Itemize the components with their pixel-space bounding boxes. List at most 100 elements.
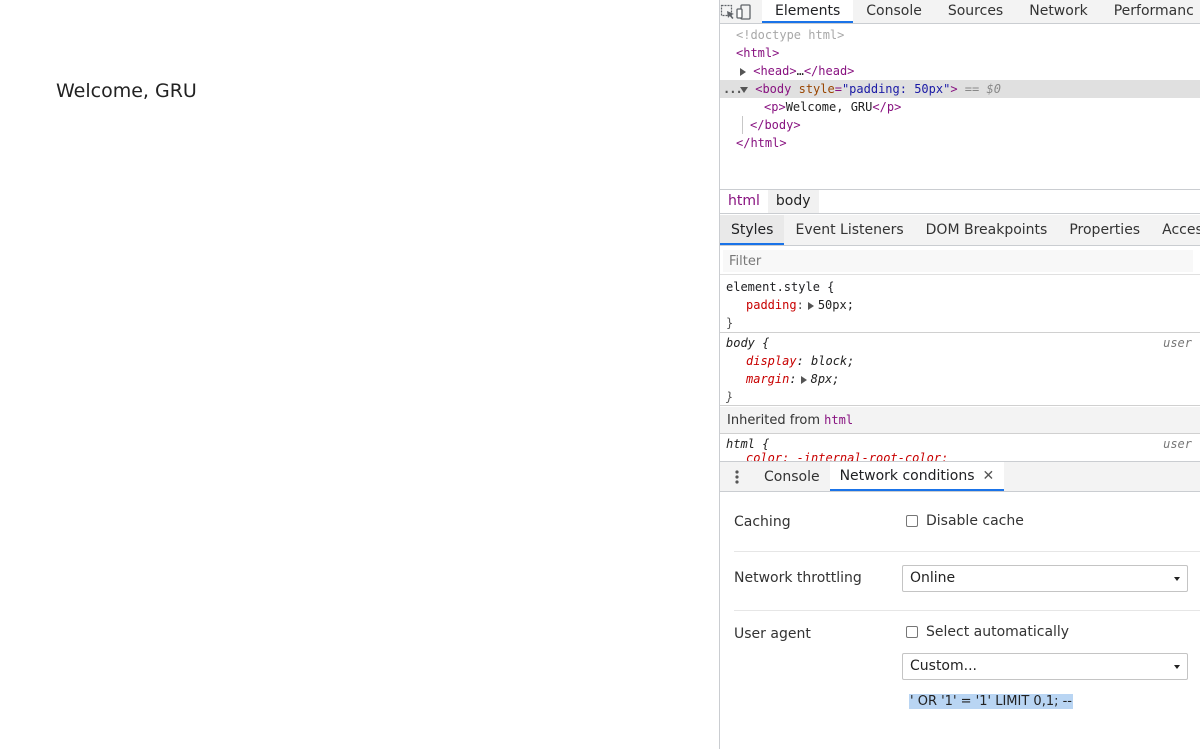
throttling-select[interactable]: Online bbox=[902, 565, 1188, 592]
dom-node-head[interactable]: <head>…</head> bbox=[720, 62, 1200, 80]
head-close-tag: </head> bbox=[803, 64, 855, 78]
styles-filter-row bbox=[720, 247, 1200, 275]
user-agent-row: User agent Select automatically Custom..… bbox=[734, 612, 1200, 749]
property-value: block; bbox=[811, 354, 855, 368]
caching-row: Caching Disable cache bbox=[734, 493, 1200, 552]
rule-property-line: display: block; bbox=[746, 354, 855, 368]
head-ellipsis: … bbox=[796, 64, 804, 78]
devtools-main-tabbar: Elements Console Sources Network Perform… bbox=[720, 0, 1200, 24]
body-attr-value: "padding: 50px" bbox=[841, 82, 951, 96]
welcome-text: Welcome, GRU bbox=[56, 80, 197, 102]
dom-tree: <!doctype html> <html> <head>…</head> ..… bbox=[720, 25, 1200, 189]
property-name: display bbox=[746, 354, 797, 368]
property-value: 8px; bbox=[810, 372, 840, 386]
property-name: padding bbox=[746, 298, 797, 312]
select-automatically-label: Select automatically bbox=[926, 624, 1070, 640]
drawer-tab-label: Network conditions bbox=[839, 467, 975, 484]
indent-guide bbox=[742, 116, 743, 134]
dom-node-p[interactable]: <p>Welcome, GRU</p> bbox=[720, 98, 1200, 116]
chevron-down-icon bbox=[1174, 577, 1180, 581]
inherited-tag-link[interactable]: html bbox=[824, 413, 853, 427]
rule-origin: user bbox=[1163, 336, 1192, 350]
tab-styles[interactable]: Styles bbox=[720, 215, 785, 245]
body-ua-rule: body { user display: block; margin: 8px; … bbox=[720, 334, 1200, 406]
tab-console[interactable]: Console bbox=[853, 0, 935, 23]
select-automatically-checkbox[interactable]: Select automatically bbox=[906, 624, 1069, 640]
kebab-menu-icon[interactable] bbox=[720, 462, 754, 491]
disable-cache-checkbox[interactable]: Disable cache bbox=[906, 513, 1024, 529]
html-open-tag: <html> bbox=[736, 46, 780, 60]
rule-close: } bbox=[726, 390, 734, 404]
drawer-tab-console[interactable]: Console bbox=[754, 462, 830, 491]
tab-properties[interactable]: Properties bbox=[1058, 215, 1151, 245]
checkbox-box[interactable] bbox=[906, 515, 918, 527]
styles-filter-input[interactable] bbox=[723, 250, 1193, 272]
breadcrumb: html body bbox=[720, 189, 1200, 214]
throttling-row: Network throttling Online bbox=[734, 553, 1200, 611]
drawer-tab-network-conditions[interactable]: Network conditions ✕ bbox=[829, 461, 1005, 491]
custom-user-agent-input[interactable]: ' OR '1' = '1' LIMIT 0,1; -- bbox=[909, 694, 1073, 709]
caching-label: Caching bbox=[734, 514, 791, 530]
page-viewport: Welcome, GRU bbox=[0, 0, 719, 749]
body-attr-name: style bbox=[798, 82, 835, 96]
user-agent-label: User agent bbox=[734, 626, 811, 642]
expand-value-icon[interactable] bbox=[807, 301, 814, 310]
throttling-value: Online bbox=[910, 570, 956, 586]
rule-property-line[interactable]: padding: 50px; bbox=[720, 296, 1200, 314]
html-close-tag: </html> bbox=[736, 136, 787, 150]
device-toolbar-icon[interactable] bbox=[736, 0, 752, 23]
throttling-label: Network throttling bbox=[734, 570, 862, 586]
tab-accessibility[interactable]: Accessibilit bbox=[1151, 215, 1200, 245]
dom-node-doctype[interactable]: <!doctype html> bbox=[720, 26, 1200, 44]
p-close-tag: </p> bbox=[872, 100, 902, 114]
tab-event-listeners[interactable]: Event Listeners bbox=[784, 215, 914, 245]
rule-selector-line: body { user bbox=[720, 334, 1200, 352]
styles-tabbar: Styles Event Listeners DOM Breakpoints P… bbox=[720, 215, 1200, 246]
doctype-text: <!doctype html> bbox=[736, 28, 845, 42]
tab-sources[interactable]: Sources bbox=[935, 0, 1016, 23]
tab-elements[interactable]: Elements bbox=[762, 0, 854, 23]
tab-network[interactable]: Network bbox=[1016, 0, 1100, 23]
head-open-tag: <head> bbox=[753, 64, 797, 78]
dom-node-html-close[interactable]: </html> bbox=[720, 134, 1200, 152]
property-value: 50px; bbox=[817, 298, 854, 312]
partial-property: color: -internal-root-color; bbox=[746, 451, 949, 461]
dom-node-html[interactable]: <html> bbox=[720, 44, 1200, 62]
disable-cache-label: Disable cache bbox=[926, 513, 1024, 529]
expand-value-icon[interactable] bbox=[800, 375, 807, 384]
drawer-tabbar: Console Network conditions ✕ bbox=[720, 461, 1200, 492]
devtools-panel: Elements Console Sources Network Perform… bbox=[719, 0, 1200, 749]
body-close-tag: </body> bbox=[750, 118, 801, 132]
chevron-down-icon bbox=[1174, 665, 1180, 669]
rule-property-line: margin: 8px; bbox=[746, 372, 840, 386]
p-text: Welcome, GRU bbox=[785, 100, 873, 114]
selected-node-marker: == $0 bbox=[964, 82, 1001, 96]
dom-node-body-selected[interactable]: ... <body style="padding: 50px"> == $0 bbox=[720, 80, 1200, 98]
p-open-tag: <p> bbox=[764, 100, 786, 114]
dom-node-body-close[interactable]: </body> bbox=[720, 116, 1200, 134]
close-icon[interactable]: ✕ bbox=[983, 461, 995, 491]
inherited-label: Inherited from bbox=[727, 413, 820, 428]
expand-arrow-icon[interactable] bbox=[740, 67, 746, 76]
inspect-element-icon[interactable] bbox=[720, 0, 736, 23]
tab-dom-breakpoints[interactable]: DOM Breakpoints bbox=[915, 215, 1059, 245]
user-agent-select[interactable]: Custom... bbox=[902, 653, 1188, 680]
drawer-tab-label: Console bbox=[764, 468, 820, 485]
rule-selector: body { bbox=[726, 336, 770, 350]
breadcrumb-html[interactable]: html bbox=[720, 190, 768, 213]
network-conditions-panel: Caching Disable cache Network throttling… bbox=[720, 493, 1200, 749]
element-style-rule: element.style { padding: 50px; } bbox=[720, 278, 1200, 333]
rule-selector[interactable]: element.style { bbox=[720, 278, 1200, 296]
user-agent-select-value: Custom... bbox=[910, 658, 977, 674]
property-name: margin bbox=[746, 372, 790, 386]
rule-close: } bbox=[726, 316, 734, 330]
rule-property-line: color: -internal-root-color; bbox=[720, 449, 1200, 461]
html-ua-rule: html { user color: -internal-root-color; bbox=[720, 435, 1200, 461]
body-open-end: > bbox=[950, 82, 958, 96]
breadcrumb-body[interactable]: body bbox=[767, 190, 819, 213]
tab-performance[interactable]: Performanc bbox=[1101, 0, 1200, 23]
checkbox-box[interactable] bbox=[906, 626, 918, 638]
more-actions-icon[interactable]: ... bbox=[723, 80, 743, 98]
body-open-tag: <body bbox=[755, 82, 792, 96]
inherited-from-header: Inherited from html bbox=[720, 407, 1200, 434]
